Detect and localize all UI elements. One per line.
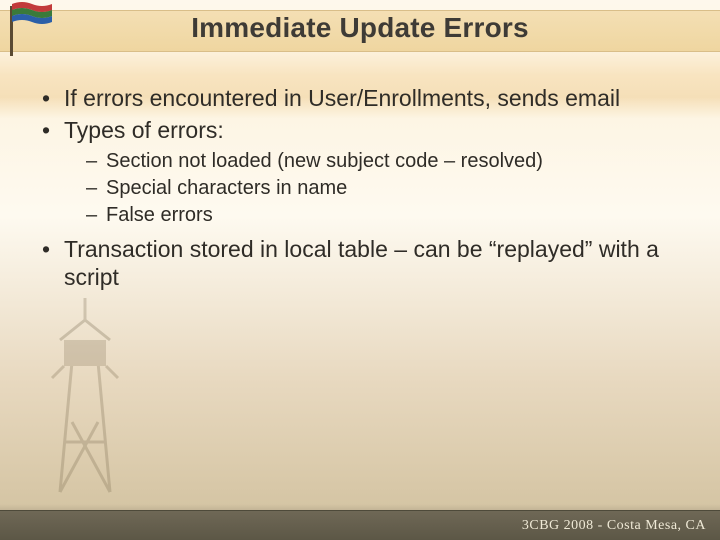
bullet-text: Transaction stored in local table – can … — [64, 236, 659, 290]
bullet-text: Types of errors: — [64, 117, 224, 143]
slide-footer: 3CBG 2008 - Costa Mesa, CA — [0, 510, 720, 540]
slide-body: If errors encountered in User/Enrollment… — [0, 56, 720, 291]
bullet-item: If errors encountered in User/Enrollment… — [36, 84, 684, 112]
conference-logo — [0, 0, 52, 58]
slide-header: Immediate Update Errors — [0, 0, 720, 56]
sub-bullet-item: Section not loaded (new subject code – r… — [64, 148, 684, 175]
slide-title: Immediate Update Errors — [191, 12, 529, 44]
watchtower-graphic — [30, 292, 140, 502]
bullet-text: If errors encountered in User/Enrollment… — [64, 85, 620, 111]
sub-bullet-list: Section not loaded (new subject code – r… — [64, 148, 684, 229]
sub-bullet-item: Special characters in name — [64, 175, 684, 202]
footer-text: 3CBG 2008 - Costa Mesa, CA — [522, 518, 706, 534]
sub-bullet-item: False errors — [64, 202, 684, 229]
bullet-list: If errors encountered in User/Enrollment… — [36, 84, 684, 291]
bullet-item: Transaction stored in local table – can … — [36, 235, 684, 291]
bullet-item: Types of errors: Section not loaded (new… — [36, 116, 684, 229]
